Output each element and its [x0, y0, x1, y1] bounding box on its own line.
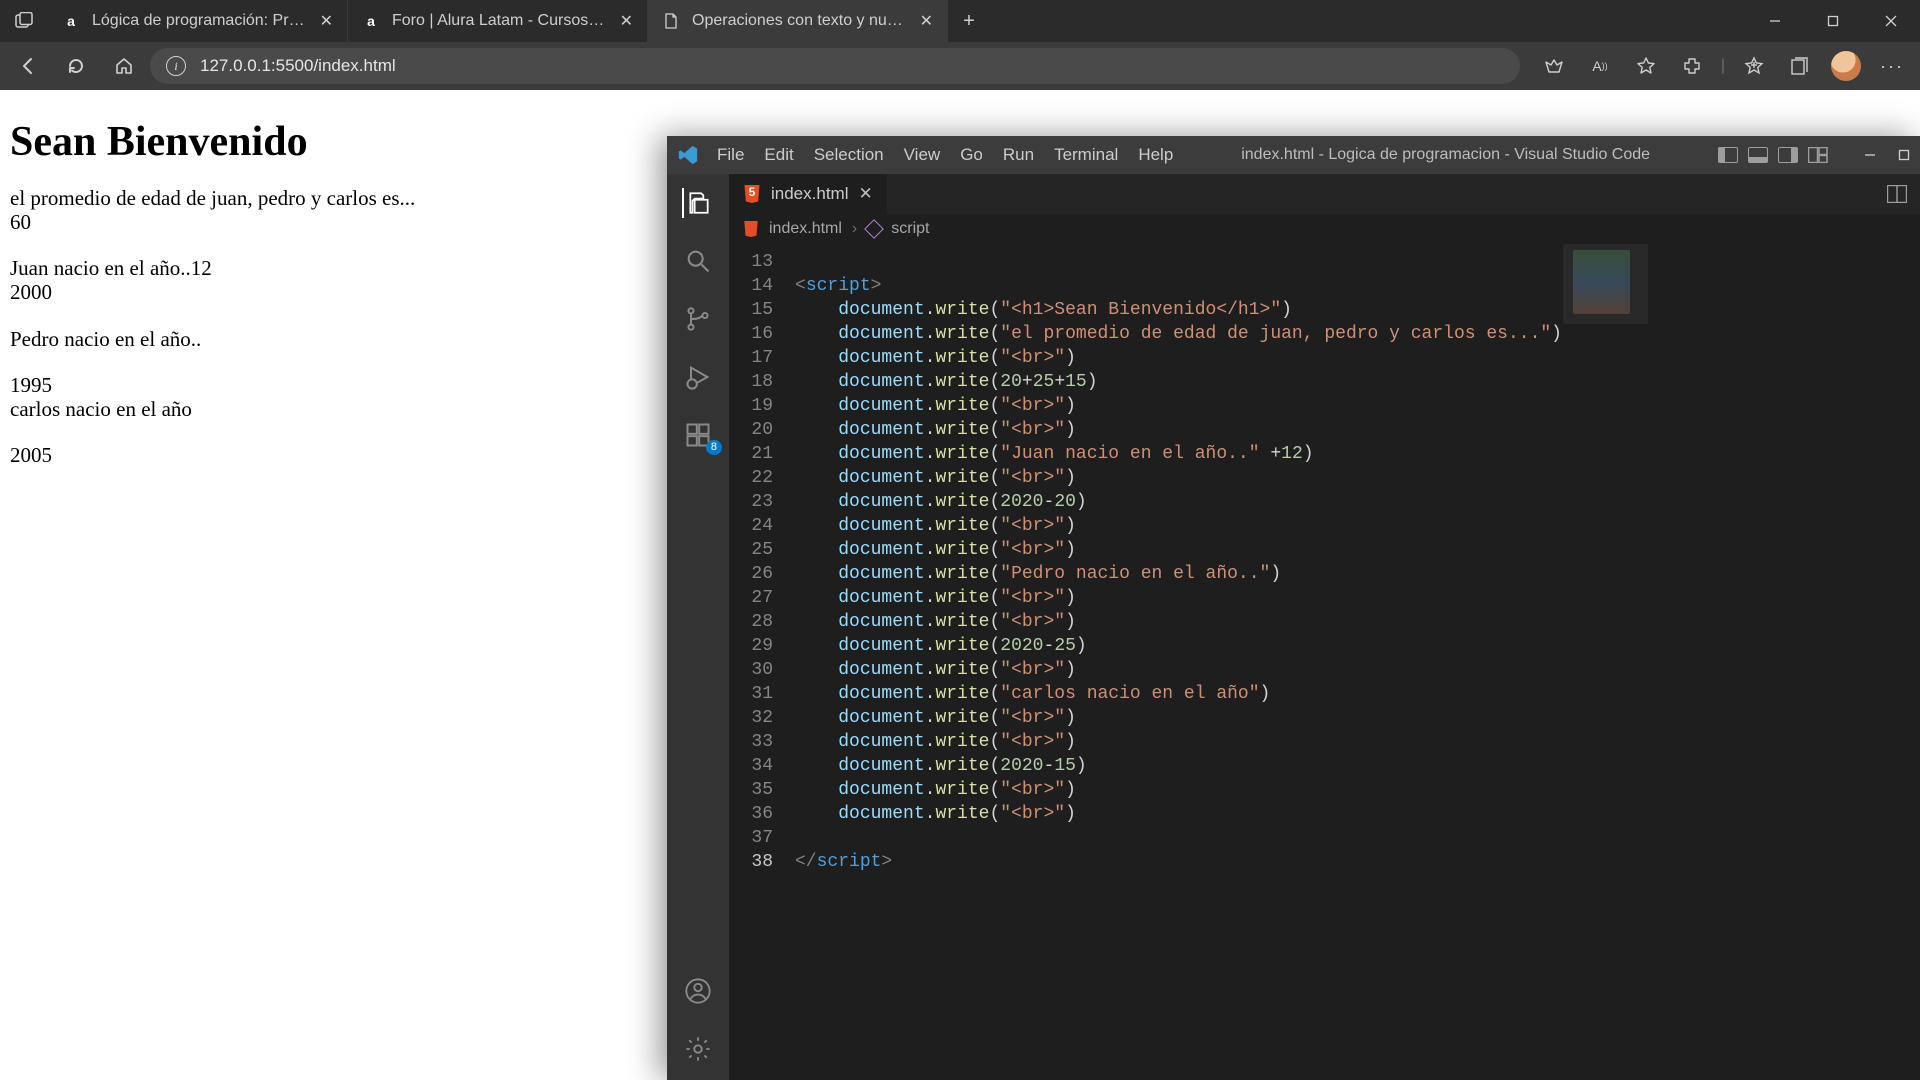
editor-tab-label: index.html: [771, 184, 848, 204]
new-tab-button[interactable]: +: [948, 0, 990, 42]
window-close-button[interactable]: [1862, 0, 1920, 42]
window-controls: [1746, 0, 1920, 42]
collections-icon[interactable]: [1778, 46, 1822, 86]
chevron-right-icon: ›: [852, 220, 857, 238]
window-minimize-button[interactable]: [1864, 149, 1876, 161]
browser-toolbar: i 127.0.0.1:5500/index.html A)) | ···: [0, 42, 1920, 90]
vscode-window-controls: [1864, 149, 1910, 161]
shopping-icon[interactable]: [1532, 46, 1576, 86]
close-icon[interactable]: ✕: [320, 11, 333, 31]
close-icon[interactable]: ✕: [920, 11, 933, 31]
extensions-icon[interactable]: [1670, 46, 1714, 86]
tab-title: Foro | Alura Latam - Cursos onlin: [392, 12, 608, 30]
favicon-alura-icon: a: [62, 12, 80, 30]
breadcrumb-node: script: [891, 220, 929, 238]
close-icon[interactable]: ✕: [858, 184, 872, 204]
vscode-window-title: index.html - Logica de programacion - Vi…: [1191, 146, 1700, 164]
window-maximize-button[interactable]: [1804, 0, 1862, 42]
extensions-icon[interactable]: [683, 420, 713, 450]
editor-tab-index[interactable]: index.html ✕: [729, 174, 888, 214]
search-icon[interactable]: [683, 246, 713, 276]
close-icon[interactable]: ✕: [620, 11, 633, 31]
divider: |: [1716, 46, 1730, 86]
layout-left-icon[interactable]: [1718, 147, 1738, 163]
menu-edit[interactable]: Edit: [764, 145, 793, 165]
favicon-alura-icon: a: [362, 12, 380, 30]
tab-actions-button[interactable]: [0, 0, 48, 42]
window-minimize-button[interactable]: [1746, 0, 1804, 42]
browser-tab-1[interactable]: a Foro | Alura Latam - Cursos onlin ✕: [348, 0, 648, 42]
site-info-icon[interactable]: i: [166, 56, 186, 76]
window-maximize-button[interactable]: [1898, 149, 1910, 161]
vscode-menu: File Edit Selection View Go Run Terminal…: [717, 145, 1173, 165]
menu-view[interactable]: View: [904, 145, 941, 165]
menu-run[interactable]: Run: [1003, 145, 1034, 165]
address-bar[interactable]: i 127.0.0.1:5500/index.html: [150, 48, 1520, 84]
vscode-code-editor[interactable]: 1314151617181920212223242526272829303132…: [729, 244, 1920, 1080]
home-button[interactable]: [102, 46, 146, 86]
vscode-editor-area: index.html ✕ index.html › script 1314151…: [729, 174, 1920, 1080]
browser-tabs: a Lógica de programación: Primer ✕ a For…: [48, 0, 948, 42]
favorites-button[interactable]: [1732, 46, 1776, 86]
run-debug-icon[interactable]: [683, 362, 713, 392]
browser-tab-2[interactable]: Operaciones con texto y numero ✕: [648, 0, 948, 42]
html5-icon: [743, 221, 759, 237]
script-node-icon: [864, 219, 884, 239]
menu-selection[interactable]: Selection: [814, 145, 884, 165]
url-text: 127.0.0.1:5500/index.html: [200, 56, 396, 76]
explorer-icon[interactable]: [682, 188, 712, 218]
vscode-editor-tabs: index.html ✕: [729, 174, 1920, 214]
menu-file[interactable]: File: [717, 145, 744, 165]
layout-custom-icon[interactable]: [1808, 147, 1828, 163]
vscode-window: File Edit Selection View Go Run Terminal…: [667, 136, 1920, 1080]
tab-title: Lógica de programación: Primer: [92, 12, 308, 30]
breadcrumb-file: index.html: [769, 220, 842, 238]
vscode-breadcrumb[interactable]: index.html › script: [729, 214, 1920, 244]
refresh-button[interactable]: [54, 46, 98, 86]
minimap[interactable]: [1562, 244, 1648, 1080]
tab-title: Operaciones con texto y numero: [692, 12, 908, 30]
vscode-activitybar: [667, 174, 729, 1080]
accounts-icon[interactable]: [683, 976, 713, 1006]
back-button[interactable]: [6, 46, 50, 86]
layout-right-icon[interactable]: [1778, 147, 1798, 163]
browser-titlebar: a Lógica de programación: Primer ✕ a For…: [0, 0, 1920, 42]
profile-avatar[interactable]: [1824, 46, 1868, 86]
menu-go[interactable]: Go: [960, 145, 983, 165]
favicon-document-icon: [662, 12, 680, 30]
settings-gear-icon[interactable]: [683, 1034, 713, 1064]
more-menu-button[interactable]: ···: [1870, 46, 1914, 86]
vscode-titlebar: File Edit Selection View Go Run Terminal…: [667, 136, 1920, 174]
browser-tab-0[interactable]: a Lógica de programación: Primer ✕: [48, 0, 348, 42]
source-control-icon[interactable]: [683, 304, 713, 334]
read-aloud-icon[interactable]: A)): [1578, 46, 1622, 86]
layout-bottom-icon[interactable]: [1748, 147, 1768, 163]
toolbar-right: A)) | ···: [1532, 46, 1914, 86]
favorite-star-icon[interactable]: [1624, 46, 1668, 86]
split-editor-icon[interactable]: [1874, 174, 1920, 214]
vscode-logo-icon: [677, 144, 699, 166]
html5-icon: [743, 185, 761, 203]
menu-terminal[interactable]: Terminal: [1054, 145, 1118, 165]
vscode-layout-controls: [1718, 147, 1828, 163]
menu-help[interactable]: Help: [1138, 145, 1173, 165]
